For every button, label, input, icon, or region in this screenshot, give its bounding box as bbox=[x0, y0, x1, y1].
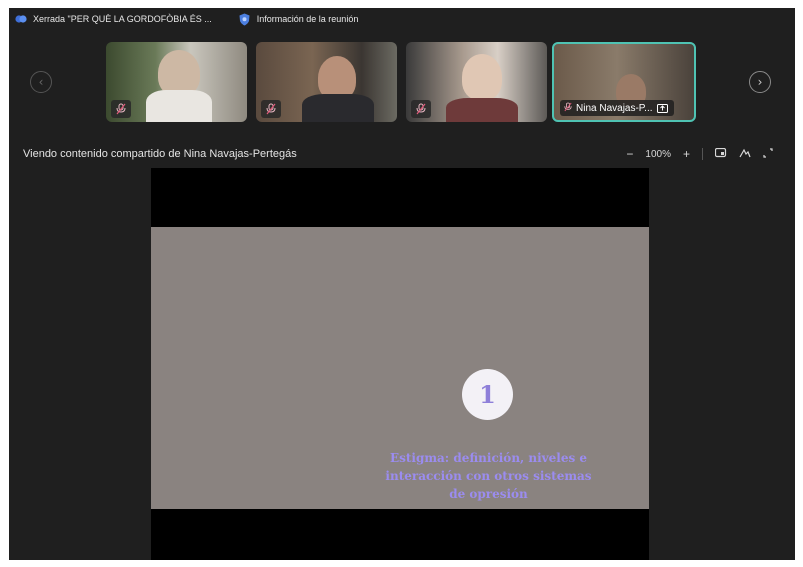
slide-number: 1 bbox=[462, 369, 513, 420]
slide-heading-line: de opresión bbox=[449, 487, 528, 501]
zoom-in-button[interactable]: + bbox=[683, 147, 690, 161]
screen-share-icon bbox=[656, 103, 668, 113]
participant-video bbox=[462, 54, 502, 100]
mic-off-icon bbox=[564, 102, 572, 115]
title-bar: Xerrada "PER QUÈ LA GORDOFÒBIA ÉS ... In… bbox=[9, 8, 795, 30]
participant-tile[interactable] bbox=[106, 42, 247, 122]
next-participants-button[interactable]: › bbox=[749, 71, 771, 93]
mic-off-icon bbox=[261, 100, 281, 118]
participant-tile[interactable] bbox=[406, 42, 547, 122]
slide-heading: Estigma: definición, niveles e interacci… bbox=[351, 449, 626, 503]
pop-out-icon[interactable] bbox=[714, 147, 727, 161]
meeting-info-button[interactable]: Información de la reunión bbox=[257, 14, 359, 24]
participant-tile[interactable] bbox=[256, 42, 397, 122]
slide-heading-line: interacción con otros sistemas bbox=[385, 469, 592, 483]
chevron-left-icon: ‹ bbox=[38, 75, 44, 89]
toolbar-divider bbox=[702, 148, 703, 160]
mic-off-icon bbox=[411, 100, 431, 118]
meeting-info-icon[interactable] bbox=[238, 13, 251, 26]
presentation-slide: 1 Estigma: definición, niveles e interac… bbox=[151, 227, 649, 509]
mic-off-icon bbox=[111, 100, 131, 118]
shared-content-label: Viendo contenido compartido de Nina Nava… bbox=[23, 148, 297, 160]
participant-name: Nina Navajas-P... bbox=[576, 102, 653, 114]
teams-window: Xerrada "PER QUÈ LA GORDOFÒBIA ÉS ... In… bbox=[9, 8, 795, 560]
chevron-right-icon: › bbox=[757, 75, 763, 89]
slide-heading-line: Estigma: definición, niveles e bbox=[389, 451, 588, 465]
previous-participants-button[interactable]: ‹ bbox=[30, 71, 52, 93]
shared-screen[interactable]: 1 Estigma: definición, niveles e interac… bbox=[151, 168, 649, 560]
share-toolbar: Viendo contenido compartido de Nina Nava… bbox=[9, 146, 795, 164]
zoom-out-button[interactable]: − bbox=[626, 147, 633, 161]
zoom-controls: − 100% + bbox=[626, 147, 773, 161]
teams-logo-icon bbox=[15, 14, 27, 24]
participant-tile-active[interactable]: Nina Navajas-P... bbox=[552, 42, 696, 122]
meeting-title[interactable]: Xerrada "PER QUÈ LA GORDOFÒBIA ÉS ... bbox=[33, 14, 212, 24]
fullscreen-icon[interactable] bbox=[763, 147, 773, 161]
zoom-level: 100% bbox=[645, 148, 671, 160]
annotate-icon[interactable] bbox=[739, 148, 751, 161]
participant-name-tag: Nina Navajas-P... bbox=[560, 100, 674, 116]
